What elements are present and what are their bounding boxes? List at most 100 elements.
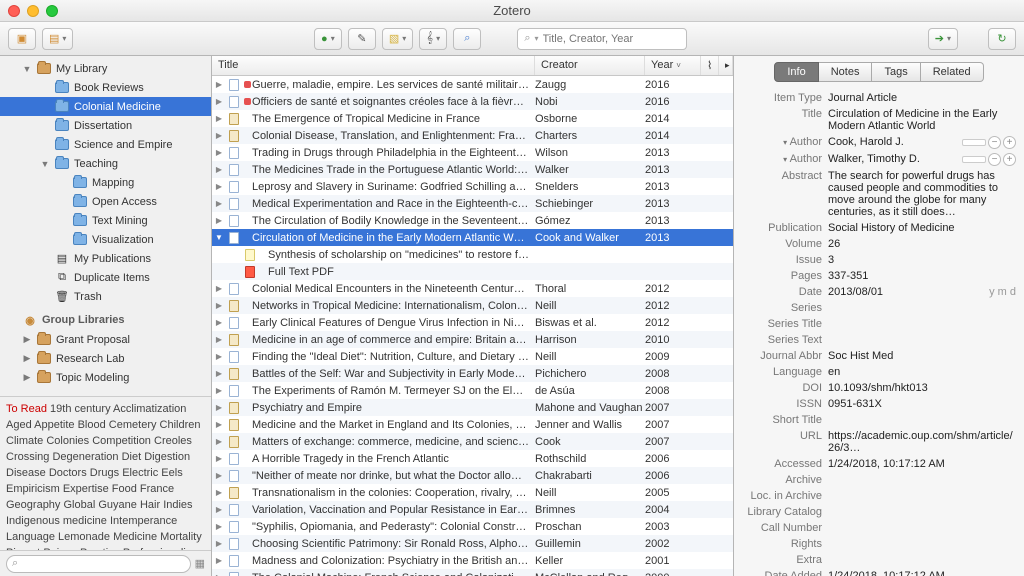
meta-field[interactable]: AbstractThe search for powerful drugs ha…: [742, 168, 1016, 220]
advanced-search-button[interactable]: ⌕: [453, 28, 481, 50]
item-row[interactable]: ▼Circulation of Medicine in the Early Mo…: [212, 229, 733, 246]
item-row[interactable]: Full Text PDF: [212, 263, 733, 280]
tag-menu-icon[interactable]: ▦: [195, 557, 205, 570]
add-creator-button[interactable]: +: [1003, 153, 1016, 166]
item-row[interactable]: ▶Psychiatry and EmpireMahone and Vaughan…: [212, 399, 733, 416]
collection-row[interactable]: Book Reviews: [0, 78, 211, 97]
add-creator-button[interactable]: +: [1003, 136, 1016, 149]
meta-field[interactable]: Extra: [742, 552, 1016, 568]
meta-field[interactable]: Call Number: [742, 520, 1016, 536]
item-row[interactable]: Synthesis of scholarship on "medicines" …: [212, 246, 733, 263]
collection-row[interactable]: ▤My Publications: [0, 249, 211, 268]
item-row[interactable]: ▶Medicine and the Market in England and …: [212, 416, 733, 433]
meta-field[interactable]: Series: [742, 300, 1016, 316]
new-library-button[interactable]: ▤▾: [42, 28, 73, 50]
item-row[interactable]: ▶The Circulation of Bodily Knowledge in …: [212, 212, 733, 229]
tag-selector[interactable]: To Read 19th century Acclimatization Age…: [0, 396, 211, 550]
item-row[interactable]: ▶Trading in Drugs through Philadelphia i…: [212, 144, 733, 161]
collection-row[interactable]: Text Mining: [0, 211, 211, 230]
my-library[interactable]: ▼My Library: [0, 59, 211, 78]
meta-field[interactable]: Short Title: [742, 412, 1016, 428]
meta-field[interactable]: Accessed1/24/2018, 10:17:12 AM: [742, 456, 1016, 472]
meta-field[interactable]: ▾ AuthorCook, Harold J.−+: [742, 134, 1016, 151]
collections-tree[interactable]: ▼My Library Book ReviewsColonial Medicin…: [0, 56, 211, 396]
collection-row[interactable]: Science and Empire: [0, 135, 211, 154]
item-row[interactable]: ▶Medical Experimentation and Race in the…: [212, 195, 733, 212]
item-row[interactable]: ▶"Neither of meate nor drinke, but what …: [212, 467, 733, 484]
item-row[interactable]: ▶The Colonial Machine: French Science an…: [212, 569, 733, 576]
group-library-row[interactable]: ▶Grant Proposal: [0, 330, 211, 349]
group-library-row[interactable]: ▶Topic Modeling: [0, 368, 211, 387]
column-headers[interactable]: Title Creator Year ˅ ⌇ ▸: [212, 56, 733, 76]
meta-field[interactable]: Library Catalog: [742, 504, 1016, 520]
meta-field[interactable]: Archive: [742, 472, 1016, 488]
col-creator[interactable]: Creator: [535, 56, 645, 75]
item-row[interactable]: ▶Matters of exchange: commerce, medicine…: [212, 433, 733, 450]
creator-type-button[interactable]: [962, 139, 986, 146]
item-row[interactable]: ▶"Syphilis, Opiomania, and Pederasty": C…: [212, 518, 733, 535]
item-row[interactable]: ▶Colonial Disease, Translation, and Enli…: [212, 127, 733, 144]
tab-related[interactable]: Related: [921, 62, 984, 82]
tag-filter-input[interactable]: [6, 555, 191, 573]
new-collection-button[interactable]: ▣: [8, 28, 36, 50]
item-row[interactable]: ▶Transnationalism in the colonies: Coope…: [212, 484, 733, 501]
item-row[interactable]: ▶Colonial Medical Encounters in the Nine…: [212, 280, 733, 297]
quick-search[interactable]: ⌕ ▾: [517, 28, 687, 50]
meta-field[interactable]: URLhttps://academic.oup.com/shm/article/…: [742, 428, 1016, 456]
new-item-button[interactable]: ●▾: [314, 28, 342, 50]
collection-row[interactable]: Mapping: [0, 173, 211, 192]
item-row[interactable]: ▶Finding the "Ideal Diet": Nutrition, Cu…: [212, 348, 733, 365]
item-row[interactable]: ▶The Medicines Trade in the Portuguese A…: [212, 161, 733, 178]
tab-tags[interactable]: Tags: [872, 62, 920, 82]
collection-row[interactable]: Open Access: [0, 192, 211, 211]
collection-row[interactable]: Dissertation: [0, 116, 211, 135]
meta-field[interactable]: Series Title: [742, 316, 1016, 332]
item-row[interactable]: ▶The Experiments of Ramón M. Termeyer SJ…: [212, 382, 733, 399]
item-row[interactable]: ▶Choosing Scientific Patrimony: Sir Rona…: [212, 535, 733, 552]
tab-info[interactable]: Info: [774, 62, 818, 82]
add-attachment-button[interactable]: 𝄞▾: [419, 28, 447, 50]
meta-field[interactable]: Volume26: [742, 236, 1016, 252]
item-row[interactable]: ▶Battles of the Self: War and Subjectivi…: [212, 365, 733, 382]
meta-field[interactable]: Item TypeJournal Article: [742, 90, 1016, 106]
col-year[interactable]: Year ˅: [645, 56, 701, 75]
meta-field[interactable]: PublicationSocial History of Medicine: [742, 220, 1016, 236]
col-attachment[interactable]: ⌇: [701, 56, 719, 75]
item-row[interactable]: ▶Madness and Colonization: Psychiatry in…: [212, 552, 733, 569]
col-title[interactable]: Title: [212, 56, 535, 75]
collection-row[interactable]: Visualization: [0, 230, 211, 249]
meta-field[interactable]: Date Added1/24/2018, 10:17:12 AM: [742, 568, 1016, 576]
meta-field[interactable]: ISSN0951-631X: [742, 396, 1016, 412]
item-row[interactable]: ▶The Emergence of Tropical Medicine in F…: [212, 110, 733, 127]
tab-notes[interactable]: Notes: [819, 62, 873, 82]
quick-search-input[interactable]: [543, 33, 681, 45]
item-row[interactable]: ▶Early Clinical Features of Dengue Virus…: [212, 314, 733, 331]
creator-type-button[interactable]: [962, 156, 986, 163]
item-row[interactable]: ▶Guerre, maladie, empire. Les services d…: [212, 76, 733, 93]
meta-field[interactable]: Loc. in Archive: [742, 488, 1016, 504]
meta-field[interactable]: Series Text: [742, 332, 1016, 348]
locate-button[interactable]: ➔▾: [928, 28, 958, 50]
meta-field[interactable]: Issue3: [742, 252, 1016, 268]
new-note-button[interactable]: ▧▾: [382, 28, 413, 50]
group-library-row[interactable]: ▶Research Lab: [0, 349, 211, 368]
item-row[interactable]: ▶Leprosy and Slavery in Suriname: Godfri…: [212, 178, 733, 195]
meta-field[interactable]: Journal AbbrSoc Hist Med: [742, 348, 1016, 364]
item-row[interactable]: ▶Medicine in an age of commerce and empi…: [212, 331, 733, 348]
meta-field[interactable]: DOI10.1093/shm/hkt013: [742, 380, 1016, 396]
meta-field[interactable]: ▾ AuthorWalker, Timothy D.−+: [742, 151, 1016, 168]
item-row[interactable]: ▶Variolation, Vaccination and Popular Re…: [212, 501, 733, 518]
meta-field[interactable]: TitleCirculation of Medicine in the Earl…: [742, 106, 1016, 134]
collection-row[interactable]: ▼Teaching: [0, 154, 211, 173]
item-row[interactable]: ▶A Horrible Tragedy in the French Atlant…: [212, 450, 733, 467]
remove-creator-button[interactable]: −: [988, 153, 1001, 166]
sync-button[interactable]: ↻: [988, 28, 1016, 50]
items-list[interactable]: ▶Guerre, maladie, empire. Les services d…: [212, 76, 733, 576]
collection-row[interactable]: 🗑Trash: [0, 287, 211, 306]
remove-creator-button[interactable]: −: [988, 136, 1001, 149]
meta-field[interactable]: Languageen: [742, 364, 1016, 380]
collection-row[interactable]: Colonial Medicine: [0, 97, 211, 116]
collection-row[interactable]: ⧉Duplicate Items: [0, 268, 211, 287]
col-menu[interactable]: ▸: [719, 56, 733, 75]
add-by-identifier-button[interactable]: ✎: [348, 28, 376, 50]
